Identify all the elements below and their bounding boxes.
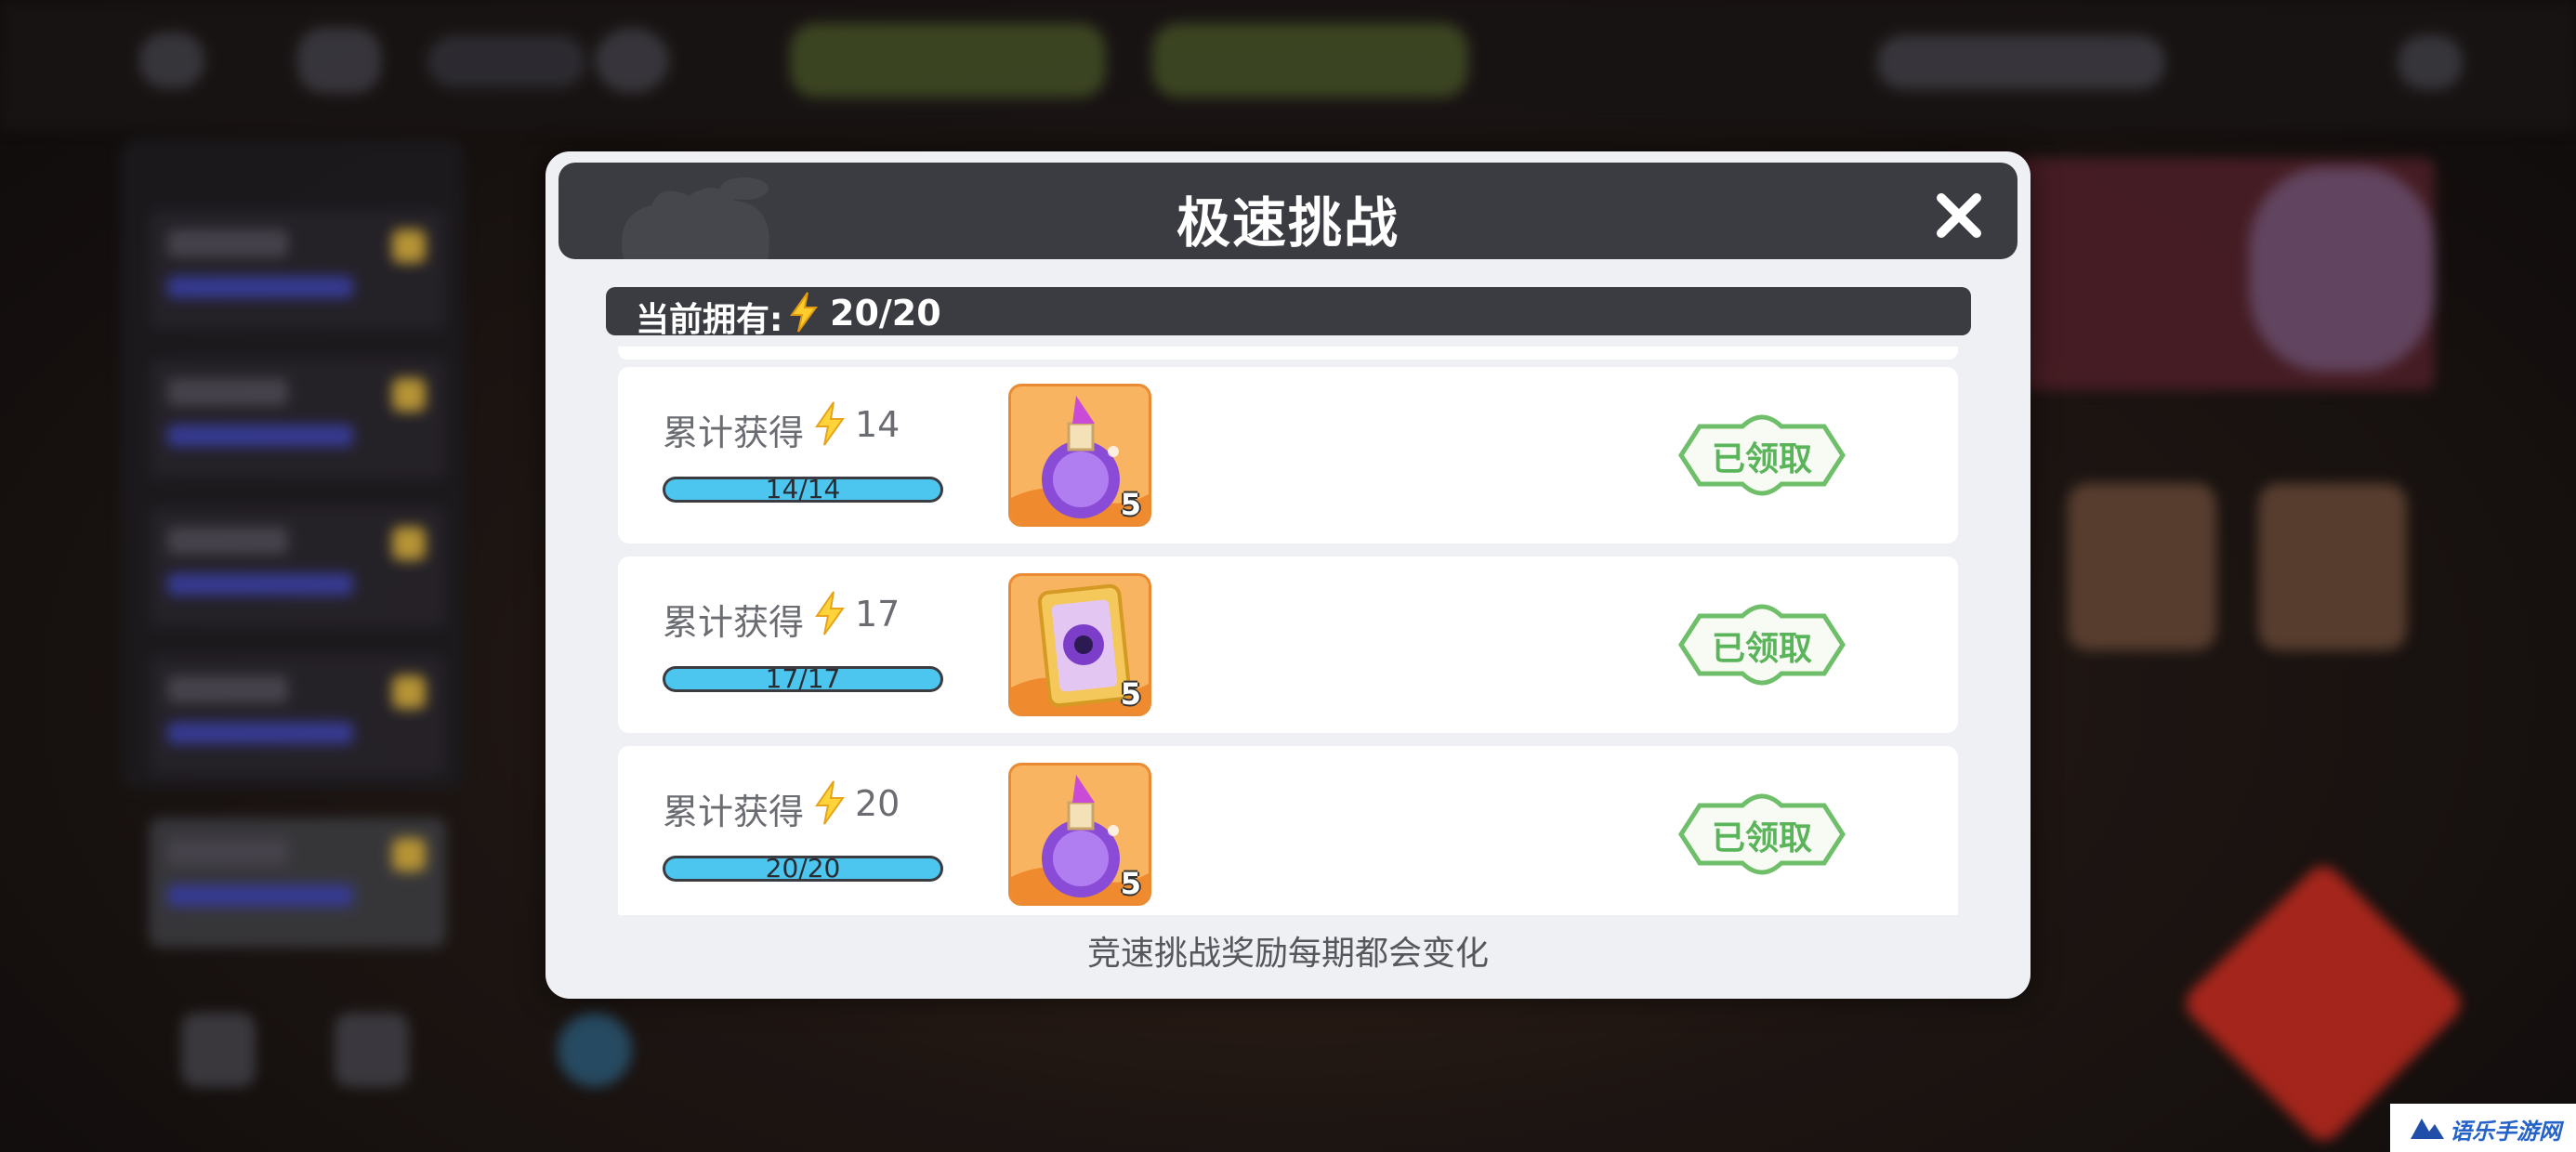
reward-item-slot[interactable]: 5 <box>1008 763 1151 906</box>
reward-row: 累计获得 17 17/17 5 已领取 <box>618 556 1958 733</box>
lightning-bolt-icon <box>815 401 845 446</box>
background-currency-2 <box>1152 23 1468 98</box>
background-label <box>427 35 585 87</box>
claimed-badge: 已领取 <box>1677 596 1847 694</box>
cumulative-label: 累计获得 <box>663 412 805 453</box>
background-menu-icon <box>2398 35 2463 89</box>
claimed-status: 已领取 <box>1711 440 1812 478</box>
close-icon <box>1937 193 1981 238</box>
lightning-bolt-icon <box>790 292 818 333</box>
dialog-title: 极速挑战 <box>1176 191 1400 255</box>
speed-challenge-dialog: 极速挑战 当前拥有: 20/20 累计获得 14 14/14 5 已领取 累计获… <box>545 151 2031 999</box>
background-list-row <box>149 818 446 948</box>
background-back-icon <box>139 33 204 88</box>
lightning-bolt-icon <box>815 591 845 635</box>
reward-threshold: 14 <box>855 404 900 445</box>
claimed-badge: 已领取 <box>1677 406 1847 504</box>
background-list-row <box>149 358 446 478</box>
background-bottom-icon <box>335 1013 409 1087</box>
background-list-row <box>149 506 446 627</box>
item-count: 5 <box>1120 676 1141 712</box>
background-round-icon <box>595 28 669 93</box>
background-list-row <box>149 655 446 776</box>
balance-label: 当前拥有: <box>636 301 783 339</box>
cumulative-label: 累计获得 <box>663 792 805 832</box>
watermark-logo-icon <box>2411 1119 2444 1139</box>
background-home-icon <box>297 28 381 93</box>
balance-value: 20/20 <box>830 293 941 334</box>
progress-text: 17/17 <box>765 663 841 694</box>
energy-balance-bar: 当前拥有: 20/20 <box>606 287 1971 339</box>
list-row-partial <box>618 347 1958 360</box>
reward-threshold: 17 <box>855 594 900 635</box>
background-search <box>1877 35 2165 89</box>
dialog-header: 极速挑战 <box>559 163 2017 259</box>
reward-item-slot[interactable]: 5 <box>1008 384 1151 527</box>
background-avatar <box>2249 167 2435 372</box>
site-watermark: 语乐手游网 <box>2390 1104 2576 1152</box>
claimed-status: 已领取 <box>1711 819 1812 857</box>
progress-text: 20/20 <box>765 853 841 884</box>
reward-list[interactable]: 累计获得 14 14/14 5 已领取 累计获得 17 17/17 5 已领取 … <box>618 347 1958 915</box>
close-button[interactable] <box>1932 189 1986 242</box>
reward-item-slot[interactable]: 5 <box>1008 573 1151 716</box>
item-count: 5 <box>1120 866 1141 901</box>
progress-text: 14/14 <box>765 474 841 504</box>
item-count: 5 <box>1120 487 1141 522</box>
background-currency-1 <box>790 23 1106 98</box>
lightning-bolt-icon <box>815 780 845 825</box>
background-bottom-icon <box>181 1013 256 1087</box>
cumulative-label: 累计获得 <box>663 602 805 643</box>
background-list-row <box>149 209 446 330</box>
reward-threshold: 20 <box>855 783 900 824</box>
progress-bar: 20/20 <box>663 853 943 884</box>
background-card <box>2068 483 2216 650</box>
background-bottom-icon <box>558 1013 632 1087</box>
reward-row: 累计获得 20 20/20 5 已领取 <box>618 746 1958 915</box>
progress-bar: 14/14 <box>663 474 943 504</box>
watermark-text: 语乐手游网 <box>2450 1119 2561 1145</box>
claimed-status: 已领取 <box>1711 630 1812 668</box>
progress-bar: 17/17 <box>663 663 943 694</box>
claimed-badge: 已领取 <box>1677 785 1847 884</box>
footer-note: 竞速挑战奖励每期都会变化 <box>1086 935 1489 973</box>
reward-row: 累计获得 14 14/14 5 已领取 <box>618 367 1958 543</box>
background-card <box>2258 483 2407 650</box>
